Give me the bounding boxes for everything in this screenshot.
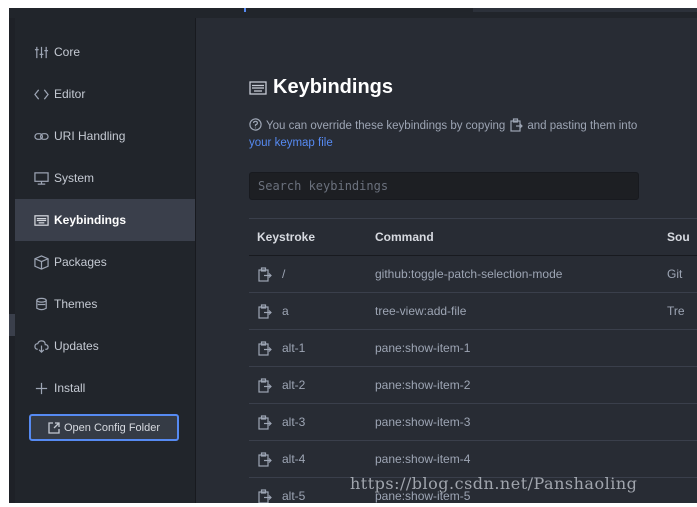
keystroke-text: alt-4 <box>282 452 306 466</box>
sidebar-item-system[interactable]: System <box>15 157 195 199</box>
page-title-text: Keybindings <box>273 76 394 98</box>
copy-keybinding-icon[interactable] <box>257 414 272 430</box>
sidebar-item-label: Updates <box>54 339 99 353</box>
header-command[interactable]: Command <box>375 230 667 244</box>
keyboard-icon <box>249 80 267 95</box>
sidebar-item-updates[interactable]: Updates <box>15 325 195 367</box>
keystroke-text: alt-1 <box>282 341 306 355</box>
device-desktop-icon <box>33 170 49 186</box>
open-config-folder-button[interactable]: Open Config Folder <box>29 414 179 441</box>
tab-strip <box>473 8 697 12</box>
sidebar-item-packages[interactable]: Packages <box>15 241 195 283</box>
sidebar-item-label: Themes <box>54 297 98 311</box>
source-cell: Tre <box>667 304 685 318</box>
page-title: Keybindings <box>249 76 393 99</box>
sidebar-item-label: Core <box>54 45 81 59</box>
copy-keybinding-icon[interactable] <box>257 377 272 393</box>
clippy-icon <box>509 118 524 132</box>
sidebar-item-label: Editor <box>54 87 86 101</box>
settings-window: Core Editor URI Handling System Keybindi… <box>9 8 697 503</box>
sidebar-item-uri-handling[interactable]: URI Handling <box>15 115 195 157</box>
sidebar-item-editor[interactable]: Editor <box>15 73 195 115</box>
header-source[interactable]: Sou <box>667 230 697 244</box>
settings-sidebar: Core Editor URI Handling System Keybindi… <box>15 18 196 503</box>
copy-keybinding-icon[interactable] <box>257 340 272 356</box>
table-row: a tree-view:add-file Tre <box>249 293 697 330</box>
keymap-file-link[interactable]: your keymap file <box>249 137 333 149</box>
watermark-text: https://blog.csdn.net/Panshaoling <box>350 474 638 493</box>
command-cell: tree-view:add-file <box>375 304 467 318</box>
keystroke-text: / <box>282 267 286 281</box>
command-cell: pane:show-item-2 <box>375 378 471 392</box>
search-keybindings-input[interactable] <box>249 172 639 200</box>
plus-icon <box>33 380 49 396</box>
keystroke-cell: alt-4 <box>249 451 375 467</box>
paintcan-icon <box>33 296 49 312</box>
info-text-2: and pasting them into <box>527 120 638 132</box>
link-external-icon <box>48 421 60 434</box>
sidebar-item-install[interactable]: Install <box>15 367 195 409</box>
keystroke-cell: alt-3 <box>249 414 375 430</box>
source-cell: Git <box>667 267 683 281</box>
command-cell: github:toggle-patch-selection-mode <box>375 267 563 281</box>
keystroke-text: a <box>282 304 289 318</box>
table-row: alt-1 pane:show-item-1 <box>249 330 697 367</box>
table-header: Keystroke Command Sou <box>249 218 697 256</box>
sidebar-item-label: Packages <box>54 255 107 269</box>
keybindings-table: Keystroke Command Sou / github:toggle-pa… <box>249 218 697 503</box>
code-icon <box>33 86 49 102</box>
sidebar-item-core[interactable]: Core <box>15 31 195 73</box>
header-keystroke[interactable]: Keystroke <box>249 230 375 244</box>
sidebar-item-label: URI Handling <box>54 129 126 143</box>
sidebar-item-label: Install <box>54 381 86 395</box>
question-icon <box>249 118 262 131</box>
keystroke-cell: a <box>249 303 375 319</box>
package-icon <box>33 254 49 270</box>
command-cell: pane:show-item-1 <box>375 341 471 355</box>
copy-keybinding-icon[interactable] <box>257 488 272 503</box>
keystroke-text: alt-2 <box>282 378 306 392</box>
keystroke-cell: alt-2 <box>249 377 375 393</box>
copy-keybinding-icon[interactable] <box>257 451 272 467</box>
keystroke-text: alt-5 <box>282 489 306 503</box>
keystroke-cell: alt-1 <box>249 340 375 356</box>
info-text-1: You can override these keybindings by co… <box>266 120 506 132</box>
table-row: alt-4 pane:show-item-4 <box>249 441 697 478</box>
keybindings-panel: Keybindings You can override these keybi… <box>196 18 697 503</box>
open-config-folder-label: Open Config Folder <box>64 421 160 434</box>
active-tab-indicator <box>244 8 246 12</box>
command-cell: pane:show-item-4 <box>375 452 471 466</box>
tab-bar <box>9 8 697 18</box>
sidebar-item-themes[interactable]: Themes <box>15 283 195 325</box>
sidebar-item-label: Keybindings <box>54 213 127 227</box>
copy-keybinding-icon[interactable] <box>257 303 272 319</box>
keybindings-info: You can override these keybindings by co… <box>249 118 659 152</box>
cloud-download-icon <box>33 338 49 354</box>
command-cell: pane:show-item-3 <box>375 415 471 429</box>
table-row: alt-2 pane:show-item-2 <box>249 367 697 404</box>
table-row: alt-3 pane:show-item-3 <box>249 404 697 441</box>
keystroke-text: alt-3 <box>282 415 306 429</box>
sliders-icon <box>33 44 49 60</box>
copy-keybinding-icon[interactable] <box>257 266 272 282</box>
keystroke-cell: / <box>249 266 375 282</box>
sidebar-item-keybindings[interactable]: Keybindings <box>15 199 195 241</box>
keyboard-icon <box>33 212 49 228</box>
table-row: / github:toggle-patch-selection-mode Git <box>249 256 697 293</box>
link-icon <box>33 128 49 144</box>
sidebar-item-label: System <box>54 171 95 185</box>
